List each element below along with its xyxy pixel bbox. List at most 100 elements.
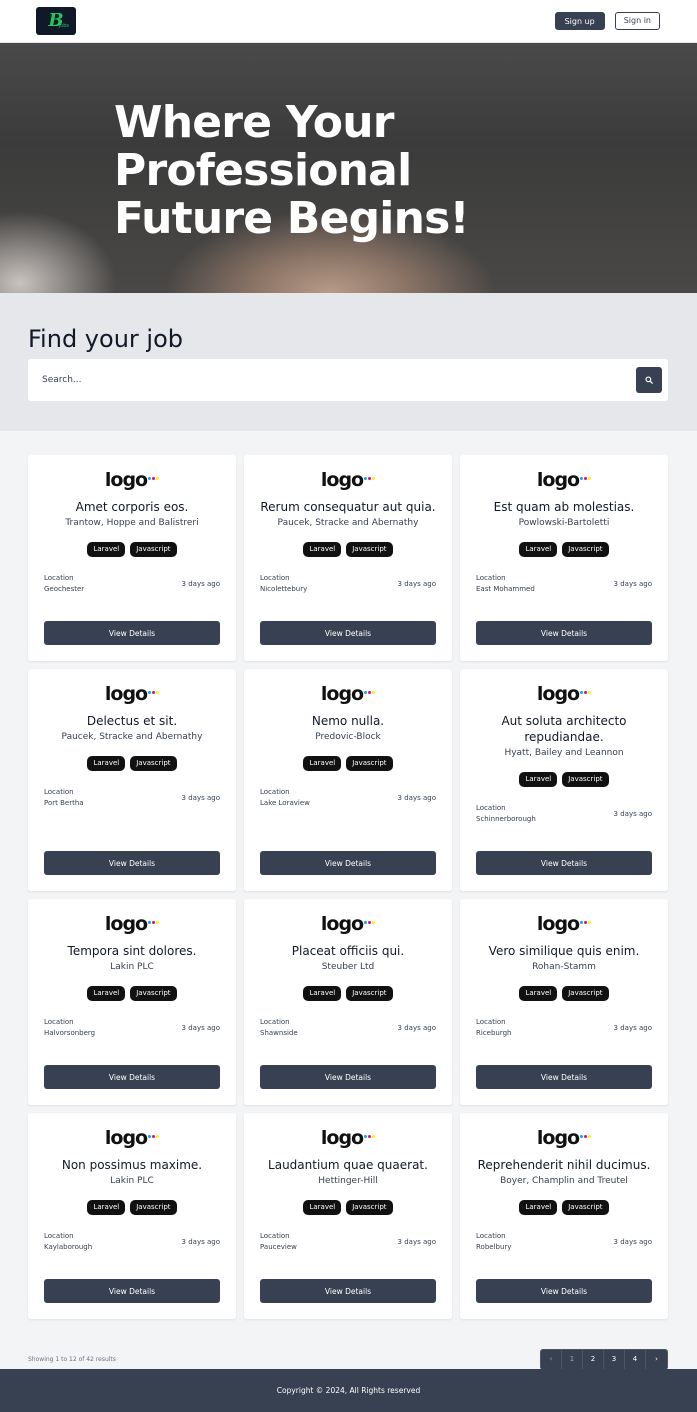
company-name: Hyatt, Bailey and Leannon [504,748,624,758]
view-details-button[interactable]: View Details [44,1065,220,1089]
view-details-button[interactable]: View Details [476,621,652,645]
company-logo: logo [321,913,376,935]
pagination: ‹ 1 2 3 4 › [540,1348,668,1370]
page-2-button[interactable]: 2 [583,1349,604,1369]
page-1-button[interactable]: 1 [562,1349,583,1369]
company-logo: logo [321,1127,376,1149]
company-logo: logo [536,913,592,935]
company-logo: logo [536,469,592,491]
job-title: Aut soluta architecto repudiandae. [501,714,627,744]
page-3-button[interactable]: 3 [604,1349,625,1369]
tag: Laravel [87,986,126,1001]
logo-text: logo [536,913,580,935]
job-title: Placeat officiis qui. [291,944,405,958]
company-name: Powlowski-Bartoletti [518,518,610,528]
company-logo: logo [105,683,160,705]
view-details-button[interactable]: View Details [44,621,220,645]
logo-dot [372,1135,376,1138]
logo-dot [152,477,156,480]
location-label: Location [476,804,506,812]
logo-dot [368,1135,372,1138]
logo-dots [580,477,592,480]
logo-dot [368,921,372,924]
tag-list: Laravel Javascript [87,542,177,557]
logo-dot [148,477,152,480]
logo-dot [588,477,592,480]
location-label: Location [260,574,290,582]
job-title: Rerum consequatur aut quia. [260,500,436,514]
view-details-button[interactable]: View Details [260,1279,436,1303]
location-block: Location Pauceview [260,1231,297,1253]
logo-dots [364,1135,376,1138]
view-details-button[interactable]: View Details [260,1065,436,1089]
company-logo: logo [537,1127,592,1149]
tag: Laravel [303,542,342,557]
next-page-button[interactable]: › [646,1350,667,1369]
logo-text: logo [104,469,148,491]
footer-copyright: Copyright © 2024, All Rights reserved [276,1386,421,1395]
tag-list: Laravel Javascript [519,542,609,557]
search-title: Find your job [28,325,183,353]
location-label: Location [476,1018,506,1026]
search-section: Find your job [0,293,697,431]
logo-dots [148,1135,160,1138]
tag: Laravel [87,542,126,557]
tag: Laravel [519,986,558,1001]
brand-logo[interactable]: B jobs [36,7,76,35]
logo-dot [364,691,368,694]
logo-dot [152,1135,156,1138]
search-input[interactable] [42,375,602,385]
job-title: Laudantium quae quaerat. [268,1158,428,1172]
company-logo: logo [105,1127,160,1149]
tag-list: Laravel Javascript [87,986,177,1001]
tag: Laravel [519,772,558,787]
logo-dot [580,921,584,924]
tag: Javascript [130,542,177,557]
logo-dots [148,477,160,480]
view-details-button[interactable]: View Details [476,1065,652,1089]
view-details-button[interactable]: View Details [260,621,436,645]
location-block: Location Kaylaborough [44,1231,92,1253]
location-value: Shawnside [260,1029,298,1037]
tag-list: Laravel Javascript [303,542,393,557]
tag: Laravel [303,1200,342,1215]
job-meta: Location Geochester 3 days ago [44,573,220,595]
search-box [28,359,668,401]
location-value: Port Bertha [44,799,84,807]
page-4-button[interactable]: 4 [625,1349,646,1369]
company-logo: logo [321,469,376,491]
search-button[interactable] [636,367,662,393]
posted-time: 3 days ago [613,810,652,818]
signin-button[interactable]: Sign in [614,12,660,30]
company-logo: logo [105,913,160,935]
logo-dot [372,921,376,924]
job-meta: Location Riceburgh 3 days ago [476,1017,652,1039]
view-details-button[interactable]: View Details [476,851,652,875]
tag-list: Laravel Javascript [303,1200,393,1215]
location-label: Location [44,788,74,796]
job-meta: Location Kaylaborough 3 days ago [44,1231,220,1253]
job-meta: Location Nicolettebury 3 days ago [260,573,436,595]
job-title: Nemo nulla. [311,714,385,728]
location-value: Schinnerborough [476,815,536,823]
job-card: logo Amet corporis eos. Trantow, Hoppe a… [28,455,236,661]
tag: Javascript [130,986,177,1001]
view-details-button[interactable]: View Details [260,851,436,875]
view-details-button[interactable]: View Details [476,1279,652,1303]
logo-text: logo [536,469,580,491]
tag-list: Laravel Javascript [519,1200,609,1215]
brand-suffix: jobs [58,23,69,29]
location-block: Location Shawnside [260,1017,298,1039]
logo-dot [152,691,156,694]
location-block: Location Nicolettebury [260,573,307,595]
posted-time: 3 days ago [181,580,220,588]
signup-button[interactable]: Sign up [554,12,605,30]
logo-dot [588,1135,592,1138]
logo-text: logo [320,683,364,705]
job-meta: Location Schinnerborough 3 days ago [476,803,652,825]
prev-page-button[interactable]: ‹ [541,1349,562,1369]
view-details-button[interactable]: View Details [44,1279,220,1303]
logo-dot [156,921,160,924]
view-details-button[interactable]: View Details [44,851,220,875]
location-value: Halvorsonberg [44,1029,96,1037]
